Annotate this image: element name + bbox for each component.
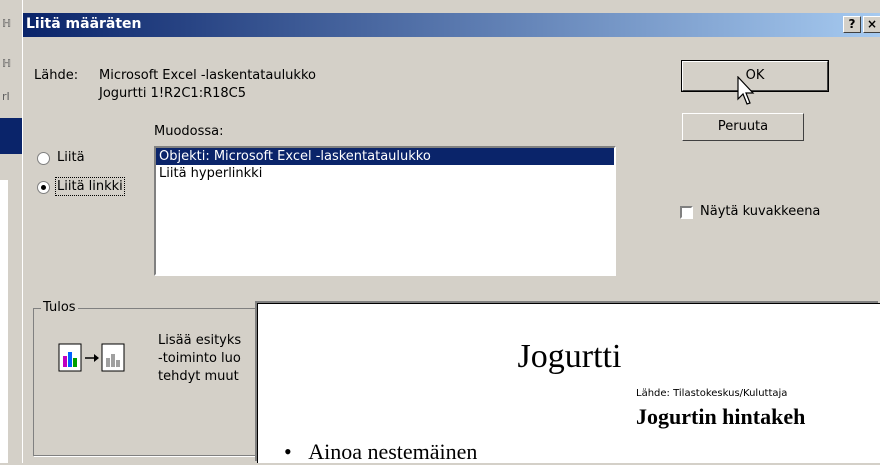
background-text: ℍ bbox=[2, 17, 12, 30]
result-label: Tulos bbox=[41, 300, 78, 315]
background-window: ℍ ℍ rⅠ bbox=[0, 0, 22, 463]
source-range: Jogurtti 1!R2C1:R18C5 bbox=[99, 86, 246, 101]
format-listbox[interactable]: Objekti: Microsoft Excel -laskentatauluk… bbox=[154, 146, 616, 276]
background-selected-row bbox=[0, 118, 22, 154]
chart-title: Jogurtin hintakeh bbox=[636, 404, 806, 429]
paste-radio[interactable] bbox=[37, 152, 50, 165]
slide-bullet-text: Ainoa nestemäinen bbox=[308, 439, 478, 464]
result-text-line: Lisää esityks bbox=[158, 333, 242, 348]
mouse-cursor-icon bbox=[737, 76, 755, 105]
show-icon-label[interactable]: Näytä kuvakkeena bbox=[700, 204, 820, 219]
paste-link-radio-label[interactable]: Liitä linkki bbox=[55, 177, 125, 196]
format-label: Muodossa: bbox=[154, 124, 224, 139]
close-button[interactable]: × bbox=[863, 16, 880, 33]
paste-radio-label[interactable]: Liitä bbox=[57, 150, 85, 165]
list-item[interactable]: Objekti: Microsoft Excel -laskentatauluk… bbox=[156, 148, 614, 165]
list-item[interactable]: Liitä hyperlinkki bbox=[156, 165, 614, 182]
cancel-button[interactable]: Peruuta bbox=[682, 113, 804, 141]
dialog-title: Liitä määräten bbox=[26, 16, 142, 32]
ok-button[interactable]: OK bbox=[681, 60, 829, 92]
slide-preview: Jogurtti Lähde: Tilastokeskus/Kuluttaja … bbox=[257, 303, 880, 464]
background-text: rⅠ bbox=[2, 90, 10, 103]
source-label: Lähde: bbox=[34, 68, 79, 83]
slide-title: Jogurtti bbox=[517, 338, 622, 375]
chart-source: Lähde: Tilastokeskus/Kuluttaja bbox=[636, 388, 788, 399]
background-text: ℍ bbox=[2, 57, 12, 70]
slide-bullet: • Ainoa nestemäinen bbox=[284, 439, 478, 464]
result-text-line: tehdyt muut bbox=[158, 369, 239, 384]
title-bar[interactable]: Liitä määräten ? × bbox=[23, 13, 880, 37]
source-type: Microsoft Excel -laskentataulukko bbox=[99, 68, 316, 83]
show-icon-checkbox[interactable] bbox=[680, 206, 693, 219]
help-button[interactable]: ? bbox=[843, 16, 861, 33]
paste-link-radio[interactable] bbox=[37, 181, 50, 194]
result-text-line: -toiminto luo bbox=[158, 351, 241, 366]
background-pane bbox=[0, 180, 8, 463]
paste-link-result-icon bbox=[58, 343, 125, 372]
